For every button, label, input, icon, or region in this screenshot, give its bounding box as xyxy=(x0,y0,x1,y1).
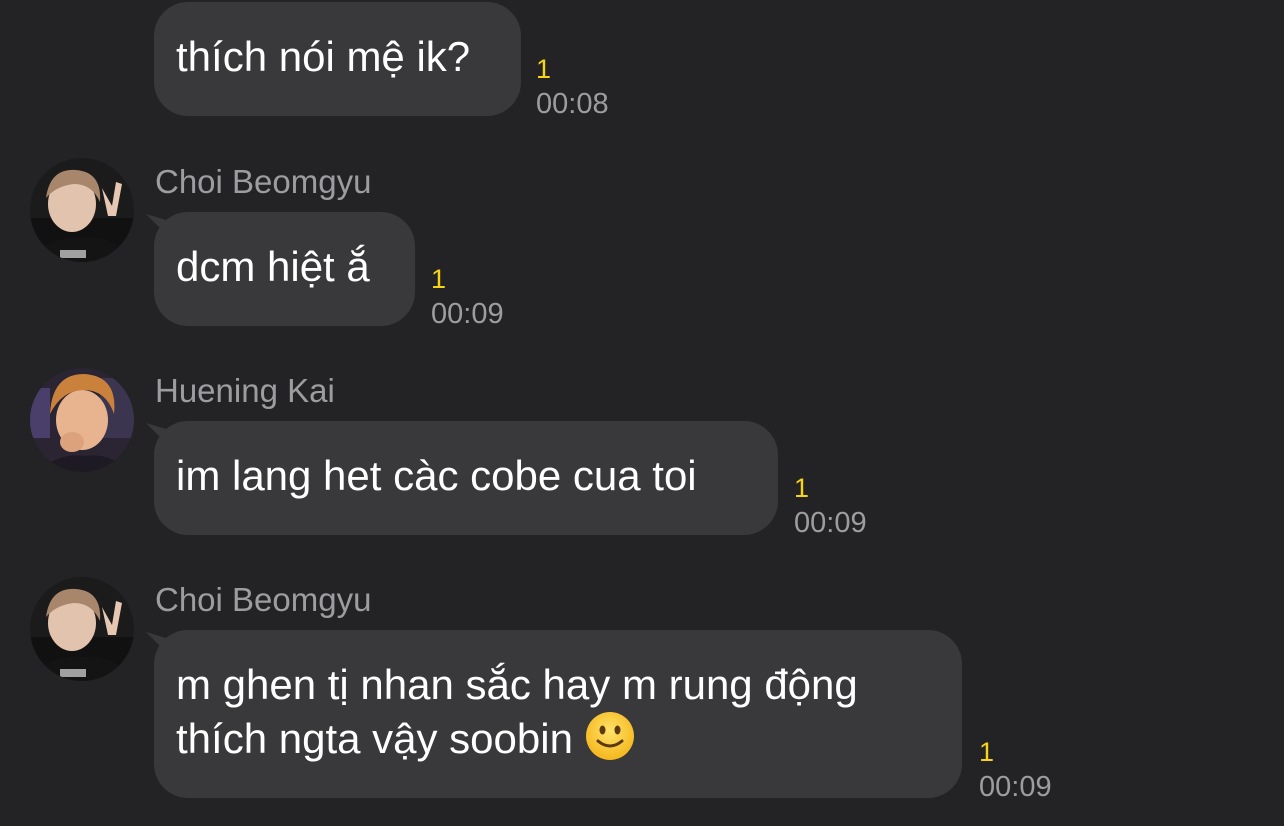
unread-count: 1 xyxy=(794,473,810,503)
message-text: thích nói mệ ik? xyxy=(176,33,471,80)
message-bubble[interactable]: thích nói mệ ik? xyxy=(154,2,521,116)
avatar-photo-beomgyu xyxy=(30,577,134,681)
message-text: m ghen tị nhan sắc hay m rung động xyxy=(176,661,858,708)
message-text-line-2: thích ngta vậy soobin xyxy=(176,711,940,765)
slightly-smiling-face-icon xyxy=(585,712,634,760)
message-bubble[interactable]: m ghen tị nhan sắc hay m rung động thích… xyxy=(154,630,962,798)
message-text: dcm hiệt ắ xyxy=(176,243,370,290)
unread-count: 1 xyxy=(536,54,552,84)
avatar-photo-beomgyu xyxy=(30,158,134,262)
avatar[interactable] xyxy=(30,158,134,262)
unread-count: 1 xyxy=(979,737,995,767)
avatar[interactable] xyxy=(30,368,134,472)
sender-name: Huening Kai xyxy=(155,372,335,409)
unread-count: 1 xyxy=(431,264,447,294)
avatar-photo-huening-kai xyxy=(30,368,134,472)
message-text: im lang het càc cobe cua toi xyxy=(176,452,697,499)
message-text: thích ngta vậy soobin xyxy=(176,715,573,762)
sender-name: Choi Beomgyu xyxy=(155,163,372,200)
message-time: 00:09 xyxy=(979,771,1052,803)
chat-message-list[interactable]: thích nói mệ ik? 1 00:08 Choi Beomgyu dc… xyxy=(0,0,1284,826)
sender-name: Choi Beomgyu xyxy=(155,581,372,618)
message-bubble[interactable]: dcm hiệt ắ xyxy=(154,212,415,326)
avatar[interactable] xyxy=(30,577,134,681)
message-time: 00:09 xyxy=(794,507,867,539)
message-time: 00:09 xyxy=(431,298,504,330)
message-time: 00:08 xyxy=(536,88,609,120)
message-bubble[interactable]: im lang het càc cobe cua toi xyxy=(154,421,778,535)
